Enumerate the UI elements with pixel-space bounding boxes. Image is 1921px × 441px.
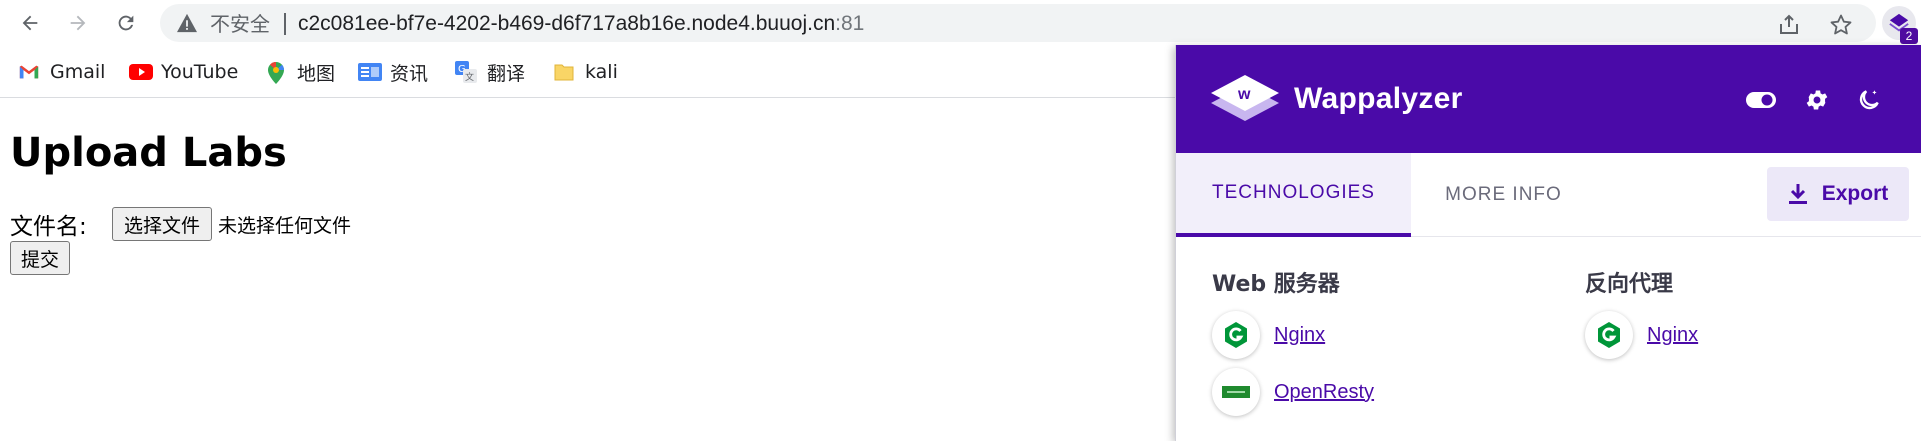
toggle-icon[interactable] bbox=[1744, 83, 1778, 117]
forward-arrow-icon bbox=[70, 15, 86, 31]
url-text[interactable]: c2c081ee-bf7e-4202-b469-d6f717a8b16e.nod… bbox=[298, 12, 864, 36]
security-label[interactable]: 不安全 bbox=[210, 13, 270, 35]
bookmark-label: Gmail bbox=[50, 61, 106, 83]
svg-text:w: w bbox=[1237, 86, 1251, 103]
submit-button[interactable]: 提交 bbox=[10, 241, 71, 275]
bookmark-kali-folder[interactable]: kali bbox=[553, 58, 618, 86]
tech-item-nginx[interactable]: Nginx bbox=[1212, 310, 1325, 360]
tech-item-openresty[interactable]: OpenResty bbox=[1212, 367, 1374, 417]
reload-button[interactable] bbox=[110, 7, 142, 39]
news-icon bbox=[358, 61, 382, 83]
export-button[interactable]: Export bbox=[1767, 167, 1909, 221]
bookmark-label: 地图 bbox=[297, 62, 336, 85]
download-icon bbox=[1788, 184, 1807, 204]
url-port: :81 bbox=[835, 12, 865, 35]
choose-file-button[interactable]: 选择文件 bbox=[112, 207, 213, 241]
bookmark-star-icon[interactable] bbox=[1828, 12, 1854, 38]
brand-name: Wappalyzer bbox=[1294, 82, 1463, 115]
nginx-logo-icon bbox=[1585, 311, 1633, 359]
gmail-icon bbox=[18, 61, 40, 83]
folder-icon bbox=[553, 61, 575, 83]
browser-toolbar: 不安全 c2c081ee-bf7e-4202-b469-d6f717a8b16e… bbox=[0, 0, 1921, 46]
bookmark-label: 翻译 bbox=[487, 62, 526, 85]
gear-icon[interactable] bbox=[1800, 83, 1834, 117]
popup-header: w Wappalyzer bbox=[1176, 45, 1921, 153]
url-host: c2c081ee-bf7e-4202-b469-d6f717a8b16e.nod… bbox=[298, 12, 836, 35]
forward-button[interactable] bbox=[62, 7, 94, 39]
bookmark-label: kali bbox=[585, 61, 618, 83]
wappalyzer-logo-icon: w bbox=[1209, 69, 1281, 134]
bookmark-news[interactable]: 资讯 bbox=[358, 58, 428, 86]
file-name-label: 文件名: bbox=[10, 214, 87, 240]
page-title: Upload Labs bbox=[10, 130, 287, 176]
bookmark-label: 资讯 bbox=[390, 62, 429, 85]
wappalyzer-popup: w Wappalyzer TECHNOLOGIES MORE INFO Expo… bbox=[1175, 45, 1921, 441]
svg-text:文: 文 bbox=[465, 71, 474, 83]
tab-technologies[interactable]: TECHNOLOGIES bbox=[1176, 153, 1411, 237]
no-file-selected-text: 未选择任何文件 bbox=[218, 214, 352, 237]
openresty-logo-icon bbox=[1212, 368, 1260, 416]
category-reverse-proxy: 反向代理 bbox=[1585, 272, 1674, 297]
toolbar-divider bbox=[0, 97, 1180, 98]
extension-badge: 2 bbox=[1900, 28, 1918, 44]
file-upload-row: 文件名: 选择文件 未选择任何文件 bbox=[10, 206, 351, 242]
nginx-logo-icon bbox=[1212, 311, 1260, 359]
share-icon[interactable] bbox=[1776, 12, 1802, 38]
back-button[interactable] bbox=[14, 7, 46, 39]
translate-icon: G 文 bbox=[455, 61, 477, 83]
dark-mode-moon-icon[interactable] bbox=[1852, 83, 1886, 117]
bookmark-label: YouTube bbox=[161, 61, 239, 83]
tech-link[interactable]: Nginx bbox=[1647, 324, 1698, 347]
warning-icon[interactable] bbox=[176, 13, 198, 38]
category-web-server: Web 服务器 bbox=[1212, 272, 1340, 297]
bookmark-maps[interactable]: 地图 bbox=[265, 58, 335, 86]
youtube-icon bbox=[129, 61, 153, 83]
maps-icon bbox=[265, 61, 287, 84]
bookmark-translate[interactable]: G 文 翻译 bbox=[455, 58, 525, 86]
tech-link[interactable]: Nginx bbox=[1274, 324, 1325, 347]
back-arrow-icon bbox=[22, 15, 38, 31]
export-label: Export bbox=[1821, 182, 1889, 205]
tech-link[interactable]: OpenResty bbox=[1274, 381, 1374, 404]
address-bar[interactable]: 不安全 c2c081ee-bf7e-4202-b469-d6f717a8b16e… bbox=[160, 4, 1876, 42]
tab-more-info[interactable]: MORE INFO bbox=[1411, 153, 1596, 237]
reload-icon bbox=[118, 15, 134, 31]
tech-item-nginx[interactable]: Nginx bbox=[1585, 310, 1698, 360]
bookmarks-bar: Gmail YouTube 地图 资讯 G 文 翻译 kali bbox=[0, 52, 1180, 92]
omnibox-separator bbox=[284, 13, 286, 35]
bookmark-gmail[interactable]: Gmail bbox=[18, 58, 105, 86]
bookmark-youtube[interactable]: YouTube bbox=[129, 58, 238, 86]
